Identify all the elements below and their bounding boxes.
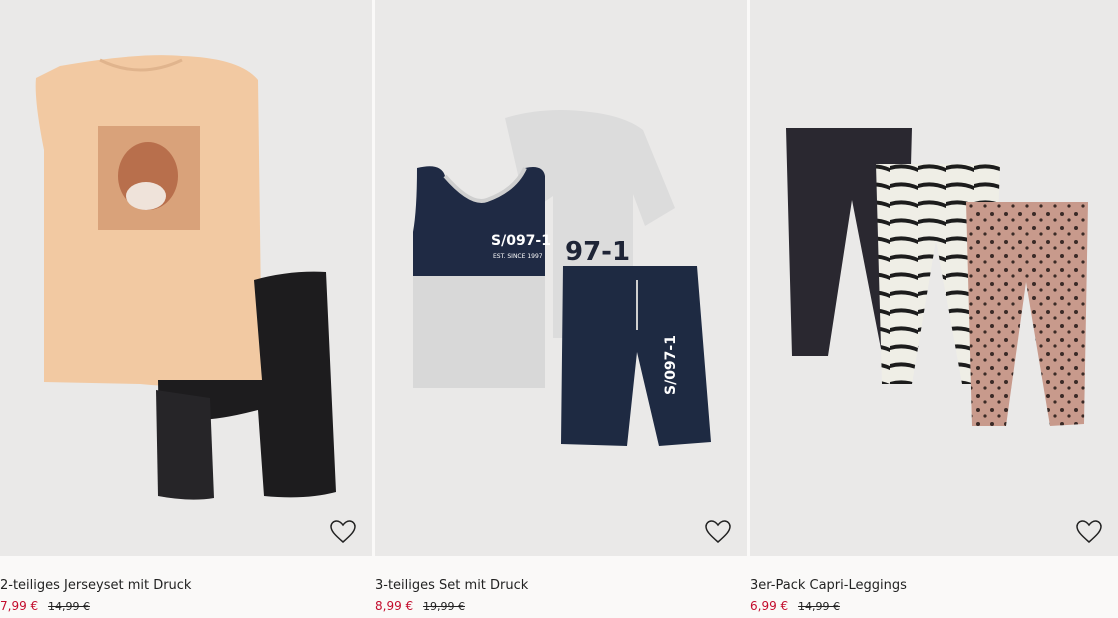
- set-illustration: 97-1 S/097-1 EST. SINCE 1997 S/097-1: [413, 110, 711, 446]
- product-prices: 6,99 € 14,99 €: [750, 599, 840, 613]
- product-prices: 8,99 € 19,99 €: [375, 599, 465, 613]
- jerseyset-illustration: [35, 55, 336, 500]
- product-card-3-piece-set[interactable]: 97-1 S/097-1 EST. SINCE 1997 S/097-1 3-t…: [375, 0, 747, 618]
- sale-price: 8,99 €: [375, 599, 414, 613]
- product-title[interactable]: 2-teiliges Jerseyset mit Druck: [0, 578, 191, 593]
- sale-price: 6,99 €: [750, 599, 789, 613]
- product-image-capri-leggings[interactable]: [750, 0, 1118, 556]
- leggings-illustration: [786, 128, 1088, 426]
- product-image-jerseyset[interactable]: [0, 0, 372, 556]
- tank-print: S/097-1: [491, 233, 551, 249]
- favorite-heart-icon[interactable]: [705, 520, 731, 544]
- tank-print-sub: EST. SINCE 1997: [493, 253, 543, 260]
- product-prices: 7,99 € 14,99 €: [0, 599, 90, 613]
- old-price: 19,99 €: [423, 600, 465, 613]
- old-price: 14,99 €: [48, 600, 90, 613]
- old-price: 14,99 €: [798, 600, 840, 613]
- favorite-heart-icon[interactable]: [330, 520, 356, 544]
- product-title[interactable]: 3er-Pack Capri-Leggings: [750, 578, 907, 593]
- product-card-jerseyset[interactable]: 2-teiliges Jerseyset mit Druck 7,99 € 14…: [0, 0, 372, 618]
- svg-text:S/097-1: S/097-1: [663, 335, 679, 395]
- favorite-heart-icon[interactable]: [1076, 520, 1102, 544]
- sale-price: 7,99 €: [0, 599, 39, 613]
- product-image-3-piece-set[interactable]: 97-1 S/097-1 EST. SINCE 1997 S/097-1: [375, 0, 747, 556]
- svg-text:97-1: 97-1: [565, 237, 630, 267]
- product-title[interactable]: 3-teiliges Set mit Druck: [375, 578, 528, 593]
- product-card-capri-leggings[interactable]: 3er-Pack Capri-Leggings 6,99 € 14,99 €: [750, 0, 1118, 618]
